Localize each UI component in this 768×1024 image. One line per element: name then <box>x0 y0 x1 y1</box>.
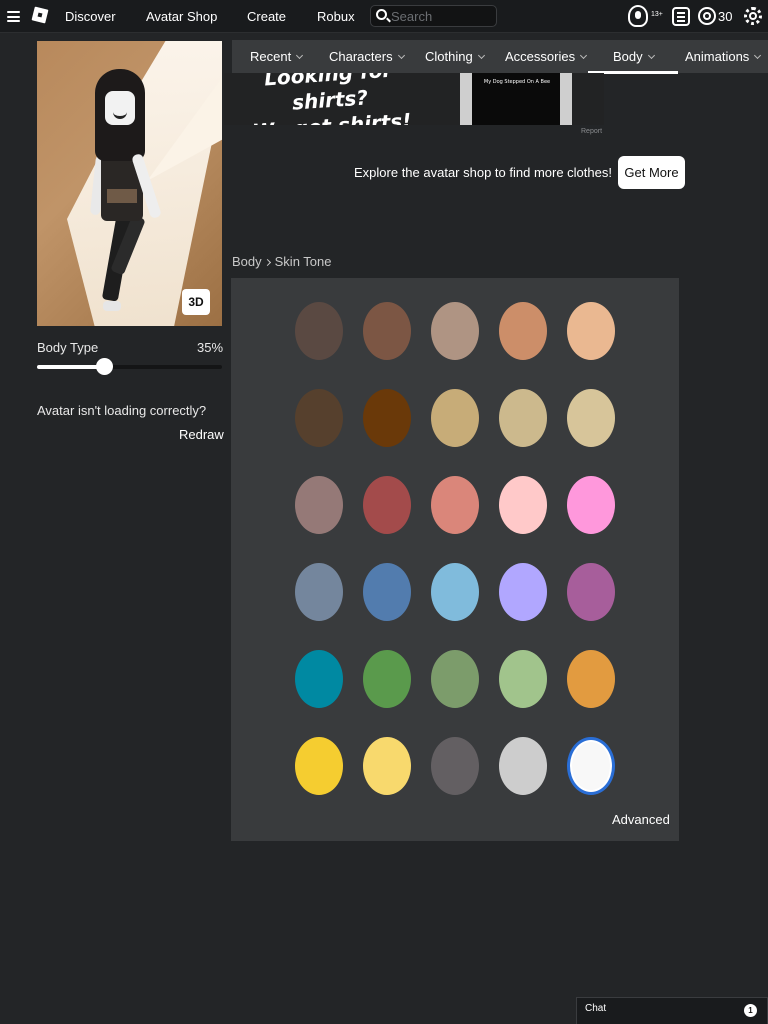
skin-tone-swatch[interactable] <box>499 563 547 621</box>
skin-tone-swatch[interactable] <box>363 476 411 534</box>
skin-tone-swatch[interactable] <box>499 302 547 360</box>
skin-tone-swatch[interactable] <box>363 563 411 621</box>
skin-tone-swatch[interactable] <box>431 476 479 534</box>
chat-bar[interactable]: Chat 1 <box>576 997 768 1024</box>
avatar-loading-message: Avatar isn't loading correctly? <box>37 403 207 418</box>
age-badge: 13+ <box>651 11 663 18</box>
skin-tone-swatch[interactable] <box>363 389 411 447</box>
chat-label: Chat <box>585 1003 607 1014</box>
tab-recent[interactable]: Recent <box>250 49 304 64</box>
chevron-down-icon <box>647 51 655 60</box>
robux-balance[interactable]: 30 <box>718 9 732 24</box>
breadcrumb: Body Skin Tone <box>232 254 332 269</box>
skin-tone-swatch[interactable] <box>431 563 479 621</box>
tab-characters[interactable]: Characters <box>329 49 405 64</box>
skin-tone-swatch[interactable] <box>295 389 343 447</box>
tab-clothing[interactable]: Clothing <box>425 49 485 64</box>
body-type-slider[interactable] <box>37 358 222 375</box>
advanced-link[interactable]: Advanced <box>612 812 670 827</box>
skin-tone-swatch[interactable] <box>295 563 343 621</box>
skin-tone-swatch[interactable] <box>567 476 615 534</box>
skin-tone-swatch[interactable] <box>363 302 411 360</box>
tab-label: Accessories <box>505 49 576 64</box>
nav-link-discover[interactable]: Discover <box>65 9 116 24</box>
nav-link-create[interactable]: Create <box>247 9 286 24</box>
ad-shirt-image: My Dog Stepped On A Bee <box>460 73 572 125</box>
chevron-down-icon <box>477 51 485 60</box>
skin-tone-swatch[interactable] <box>363 737 411 795</box>
tab-label: Clothing <box>425 49 473 64</box>
robux-icon[interactable] <box>698 7 716 25</box>
skin-tone-swatch[interactable] <box>431 650 479 708</box>
body-type-label: Body Type <box>37 340 99 355</box>
nav-link-robux[interactable]: Robux <box>317 9 355 24</box>
chevron-right-icon <box>263 258 271 267</box>
ad-banner[interactable]: Looking for shirts? We got shirts! My Do… <box>224 73 604 125</box>
skin-tone-swatch[interactable] <box>295 476 343 534</box>
skin-tone-swatch[interactable] <box>567 737 615 795</box>
skin-tone-swatch[interactable] <box>499 737 547 795</box>
skin-tone-swatch[interactable] <box>499 650 547 708</box>
skin-tone-swatch[interactable] <box>295 302 343 360</box>
tab-label: Animations <box>685 49 750 64</box>
skin-tone-swatch[interactable] <box>431 737 479 795</box>
avatar-preview[interactable] <box>37 41 222 326</box>
body-type-value: 35% <box>197 340 224 355</box>
skin-tone-swatch[interactable] <box>295 737 343 795</box>
menu-icon[interactable] <box>7 11 20 22</box>
nav-link-avatar-shop[interactable]: Avatar Shop <box>146 9 217 24</box>
skin-tone-swatch[interactable] <box>567 650 615 708</box>
skin-tone-swatch[interactable] <box>567 563 615 621</box>
roblox-logo-icon[interactable] <box>31 6 49 24</box>
get-more-button[interactable]: Get More <box>618 156 685 189</box>
ad-shirt-text: My Dog Stepped On A Bee <box>483 79 551 85</box>
tab-label: Characters <box>329 49 393 64</box>
search-icon <box>376 9 387 20</box>
chevron-down-icon <box>754 51 762 60</box>
skin-tone-swatch[interactable] <box>363 650 411 708</box>
avatar-figure <box>89 69 165 311</box>
search-input[interactable] <box>391 8 491 24</box>
skin-tone-swatch[interactable] <box>431 389 479 447</box>
breadcrumb-root[interactable]: Body <box>232 254 262 269</box>
notifications-list-icon[interactable] <box>672 7 690 26</box>
skin-tone-swatch[interactable] <box>431 302 479 360</box>
tab-label: Body <box>613 49 643 64</box>
search-box[interactable] <box>370 5 497 27</box>
settings-gear-icon[interactable] <box>744 7 762 25</box>
skin-tone-panel <box>231 278 679 841</box>
tab-label: Recent <box>250 49 292 64</box>
top-nav-bar: Discover Avatar Shop Create Robux 13+ 30 <box>0 0 768 33</box>
toggle-3d-button[interactable]: 3D <box>182 289 210 315</box>
chevron-down-icon <box>296 51 304 60</box>
skin-tone-swatch[interactable] <box>567 302 615 360</box>
skin-tone-swatch[interactable] <box>567 389 615 447</box>
tab-body[interactable]: Body <box>613 49 655 64</box>
skin-tone-swatch[interactable] <box>295 650 343 708</box>
skin-tone-swatch[interactable] <box>499 389 547 447</box>
slider-fill <box>37 365 104 369</box>
chevron-down-icon <box>580 51 588 60</box>
tab-animations[interactable]: Animations <box>685 49 762 64</box>
user-avatar-icon[interactable] <box>628 5 648 27</box>
chevron-down-icon <box>397 51 405 60</box>
ad-report-link[interactable]: Report <box>581 128 602 135</box>
category-tabs: Recent Characters Clothing Accessories B… <box>232 40 768 73</box>
skin-tone-swatch[interactable] <box>499 476 547 534</box>
breadcrumb-current: Skin Tone <box>274 254 332 269</box>
redraw-link[interactable]: Redraw <box>179 427 224 442</box>
promo-message: Explore the avatar shop to find more clo… <box>354 165 612 180</box>
tab-accessories[interactable]: Accessories <box>505 49 588 64</box>
chat-unread-badge: 1 <box>744 1004 757 1017</box>
ad-headline: Looking for shirts? We got shirts! <box>228 73 433 125</box>
slider-thumb[interactable] <box>96 358 113 375</box>
